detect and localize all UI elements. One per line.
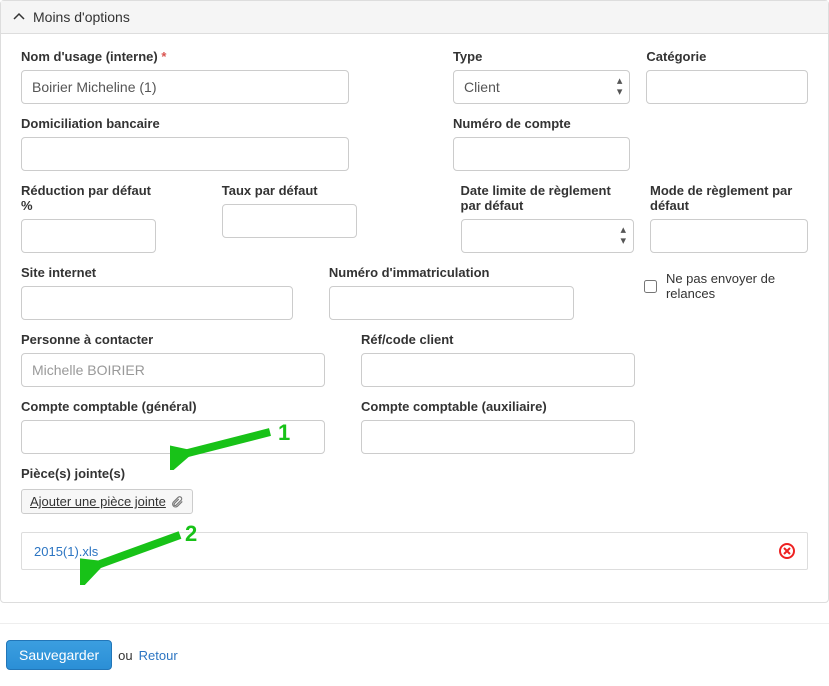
label-contact: Personne à contacter (21, 332, 325, 347)
no-reminders-input[interactable] (644, 280, 657, 293)
add-attachment-label: Ajouter une pièce jointe (30, 494, 166, 509)
label-ledger-aux: Compte comptable (auxiliaire) (361, 399, 635, 414)
panel-body: Nom d'usage (interne) * Type Client ▴▾ (1, 34, 828, 602)
form-footer: Sauvegarder ou Retour (0, 623, 829, 686)
registration-no-input[interactable] (329, 286, 574, 320)
paperclip-icon (170, 495, 184, 509)
label-website: Site internet (21, 265, 293, 280)
account-no-input[interactable] (453, 137, 630, 171)
label-internal-name: Nom d'usage (interne) * (21, 49, 349, 64)
label-category: Catégorie (646, 49, 808, 64)
bank-input[interactable] (21, 137, 349, 171)
ref-code-input[interactable] (361, 353, 635, 387)
add-attachment-button[interactable]: Ajouter une pièce jointe (21, 489, 193, 514)
label-account-no: Numéro de compte (453, 116, 630, 131)
or-text: ou (118, 648, 132, 663)
type-select[interactable]: Client (453, 70, 630, 104)
category-input[interactable] (646, 70, 808, 104)
no-reminders-checkbox[interactable]: Ne pas envoyer de relances (640, 271, 808, 301)
ledger-aux-input[interactable] (361, 420, 635, 454)
label-attachments: Pièce(s) jointe(s) (21, 466, 808, 481)
label-default-due: Date limite de règlement par défaut (461, 183, 634, 213)
label-ref-code: Réf/code client (361, 332, 635, 347)
no-reminders-label: Ne pas envoyer de relances (666, 271, 808, 301)
panel-toggle[interactable]: Moins d'options (1, 1, 828, 34)
required-asterisk: * (161, 49, 166, 64)
ledger-general-input[interactable] (21, 420, 325, 454)
internal-name-input[interactable] (21, 70, 349, 104)
label-default-rate: Taux par défaut (222, 183, 357, 198)
back-link[interactable]: Retour (139, 648, 178, 663)
contact-input[interactable] (21, 353, 325, 387)
chevron-up-icon (13, 11, 25, 23)
delete-icon[interactable] (779, 543, 795, 559)
website-input[interactable] (21, 286, 293, 320)
options-panel: Moins d'options Nom d'usage (interne) * … (0, 0, 829, 603)
attachment-link[interactable]: 2015(1).xls (34, 544, 98, 559)
label-default-discount: Réduction par défaut % (21, 183, 156, 213)
label-ledger-general: Compte comptable (général) (21, 399, 325, 414)
default-discount-input[interactable] (21, 219, 156, 253)
default-due-select[interactable] (461, 219, 634, 253)
label-registration-no: Numéro d'immatriculation (329, 265, 574, 280)
label-type: Type (453, 49, 630, 64)
default-payment-input[interactable] (650, 219, 808, 253)
panel-title: Moins d'options (33, 9, 130, 25)
save-button[interactable]: Sauvegarder (6, 640, 112, 670)
default-rate-input[interactable] (222, 204, 357, 238)
label-bank: Domiciliation bancaire (21, 116, 349, 131)
label-default-payment: Mode de règlement par défaut (650, 183, 808, 213)
attachment-row: 2015(1).xls (21, 532, 808, 570)
